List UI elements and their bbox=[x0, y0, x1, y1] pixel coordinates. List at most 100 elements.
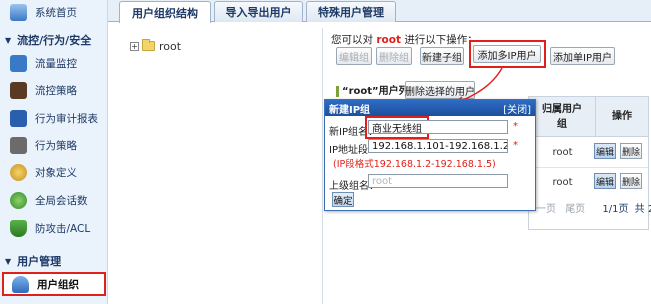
sidebar: 系统首页 ▼ 流控/行为/安全 流量监控 流控策略 行为审计报表 行为策略 对象… bbox=[0, 0, 108, 304]
group-name-value: 商业无线组 bbox=[372, 123, 422, 134]
sidebar-item-behavior-policy[interactable]: 行为策略 bbox=[0, 133, 107, 158]
column-header-group: 归属用户组 bbox=[529, 97, 596, 137]
sidebar-item-label: 系统首页 bbox=[35, 7, 77, 19]
pager-page: 1/1页 bbox=[602, 204, 629, 215]
title-marker bbox=[336, 85, 339, 97]
sidebar-item-label: 行为策略 bbox=[35, 140, 77, 152]
sidebar-item-global-sessions[interactable]: 全局会话数 bbox=[0, 188, 107, 213]
button-label: 添加单IP用户 bbox=[553, 52, 612, 64]
panel-divider bbox=[322, 28, 323, 304]
sidebar-item-label: 全局会话数 bbox=[35, 195, 88, 207]
required-mark: * bbox=[513, 121, 518, 132]
cell-text: root bbox=[552, 176, 573, 188]
operations-prefix: 您可以对 bbox=[331, 34, 373, 46]
add-single-ip-user-button[interactable]: 添加单IP用户 bbox=[550, 47, 615, 65]
column-header-action: 操作 bbox=[596, 97, 648, 137]
add-multi-ip-user-button[interactable]: 添加多IP用户 bbox=[473, 45, 541, 63]
cell-text: root bbox=[552, 146, 573, 158]
required-mark: * bbox=[513, 140, 518, 151]
home-icon bbox=[10, 4, 27, 21]
delete-user-button[interactable]: 删除 bbox=[620, 173, 642, 189]
operations-target: root bbox=[376, 34, 401, 46]
pager-last[interactable]: 尾页 bbox=[565, 204, 585, 215]
sidebar-item-label: 行为审计报表 bbox=[35, 113, 98, 125]
ip-format-hint: (IP段格式192.168.1.2-192.168.1.5) bbox=[333, 159, 496, 170]
monitor-chart-icon bbox=[10, 55, 27, 72]
delete-group-button[interactable]: 删除组 bbox=[376, 47, 412, 65]
tab-bar: 用户组织结构 导入导出用户 特殊用户管理 bbox=[108, 0, 651, 23]
tab-label: 导入导出用户 bbox=[225, 6, 292, 19]
button-label: 新建子组 bbox=[422, 52, 462, 64]
sidebar-item-home[interactable]: 系统首页 bbox=[0, 0, 107, 25]
users-session-icon bbox=[10, 192, 27, 209]
button-label: 删除组 bbox=[379, 52, 409, 64]
dialog-title-bar: 新建IP组 [关闭] bbox=[325, 100, 535, 116]
sidebar-item-object-definition[interactable]: 对象定义 bbox=[0, 160, 107, 185]
tab-label: 用户组织结构 bbox=[132, 6, 198, 20]
column-header-label: 归属用户组 bbox=[542, 103, 582, 130]
column-header-label: 操作 bbox=[612, 111, 632, 122]
dialog-title: 新建IP组 bbox=[329, 104, 371, 116]
sidebar-item-user-organization[interactable]: 用户组织 bbox=[2, 272, 106, 296]
table-cell-group: root bbox=[529, 139, 596, 165]
tab-user-org-structure[interactable]: 用户组织结构 bbox=[119, 1, 211, 23]
shield-icon bbox=[10, 220, 27, 237]
policy-icon bbox=[10, 82, 27, 99]
tab-import-export-users[interactable]: 导入导出用户 bbox=[214, 1, 303, 22]
button-label: 删除 bbox=[621, 147, 640, 158]
behavior-icon bbox=[10, 137, 27, 154]
sidebar-item-label: 用户组织 bbox=[37, 278, 79, 291]
sidebar-item-label: 防攻击/ACL bbox=[35, 223, 91, 235]
edit-group-button[interactable]: 编辑组 bbox=[336, 47, 372, 65]
sidebar-section-flow-security[interactable]: ▼ 流控/行为/安全 bbox=[0, 30, 107, 50]
button-label: 编辑组 bbox=[339, 52, 369, 64]
ip-range-field[interactable]: 192.168.1.101-192.168.1.200 bbox=[368, 139, 508, 153]
delete-user-button[interactable]: 删除 bbox=[620, 143, 642, 159]
section-title: 用户管理 bbox=[17, 255, 62, 268]
sidebar-item-audit-report[interactable]: 行为审计报表 bbox=[0, 106, 107, 131]
users-icon bbox=[12, 275, 29, 293]
sidebar-item-label: 对象定义 bbox=[35, 167, 77, 179]
parent-group-placeholder: root bbox=[372, 175, 393, 187]
tab-label: 特殊用户管理 bbox=[318, 6, 384, 19]
folder-icon bbox=[142, 39, 155, 51]
tree-node-label[interactable]: root bbox=[159, 40, 181, 53]
edit-user-button[interactable]: 编辑 bbox=[594, 173, 616, 189]
confirm-button[interactable]: 确定 bbox=[332, 192, 354, 207]
tree-node-root[interactable]: + root bbox=[130, 38, 300, 54]
button-label: 编辑 bbox=[595, 177, 614, 188]
pager: 一页 尾页 1/1页 共 2 条 bbox=[536, 200, 651, 215]
button-label: 编辑 bbox=[595, 147, 614, 158]
sidebar-section-user-management[interactable]: ▼ 用户管理 bbox=[0, 251, 107, 271]
dialog-close-button[interactable]: [关闭] bbox=[503, 101, 531, 116]
group-tree: + root bbox=[130, 38, 300, 238]
tab-special-user-management[interactable]: 特殊用户管理 bbox=[306, 1, 396, 22]
group-name-field[interactable]: 商业无线组 bbox=[368, 120, 508, 134]
expand-icon[interactable]: + bbox=[130, 41, 139, 51]
new-subgroup-button[interactable]: 新建子组 bbox=[420, 47, 464, 65]
delete-selected-users-button[interactable]: 删除选择的用户 bbox=[405, 81, 475, 99]
caret-down-icon: ▼ bbox=[5, 35, 12, 45]
sidebar-item-anti-attack-acl[interactable]: 防攻击/ACL bbox=[0, 216, 107, 241]
report-icon bbox=[10, 110, 27, 127]
parent-group-field[interactable]: root bbox=[368, 174, 508, 188]
sidebar-item-label: 流量监控 bbox=[35, 58, 77, 70]
pager-total: 共 2 条 bbox=[634, 204, 651, 215]
ip-range-value: 192.168.1.101-192.168.1.200 bbox=[372, 140, 508, 152]
button-label: 删除选择的用户 bbox=[405, 86, 475, 98]
button-label: 确定 bbox=[333, 195, 353, 207]
pager-prev[interactable]: 一页 bbox=[536, 204, 556, 215]
operations-suffix: 进行以下操作： bbox=[404, 34, 478, 46]
new-ip-group-dialog: 新建IP组 [关闭] 新IP组名： 商业无线组 * IP地址段： 192.168… bbox=[324, 99, 536, 211]
table-cell-group: root bbox=[529, 169, 596, 195]
section-title: 流控/行为/安全 bbox=[17, 34, 92, 47]
edit-user-button[interactable]: 编辑 bbox=[594, 143, 616, 159]
sidebar-item-flow-policy[interactable]: 流控策略 bbox=[0, 78, 107, 103]
operations-title: 您可以对 root 进行以下操作： bbox=[331, 32, 478, 47]
button-label: 添加多IP用户 bbox=[477, 50, 537, 62]
button-label: 删除 bbox=[621, 177, 640, 188]
sidebar-item-label: 流控策略 bbox=[35, 85, 77, 97]
sidebar-item-traffic-monitor[interactable]: 流量监控 bbox=[0, 51, 107, 76]
object-icon bbox=[10, 164, 27, 181]
caret-down-icon: ▼ bbox=[5, 256, 12, 266]
